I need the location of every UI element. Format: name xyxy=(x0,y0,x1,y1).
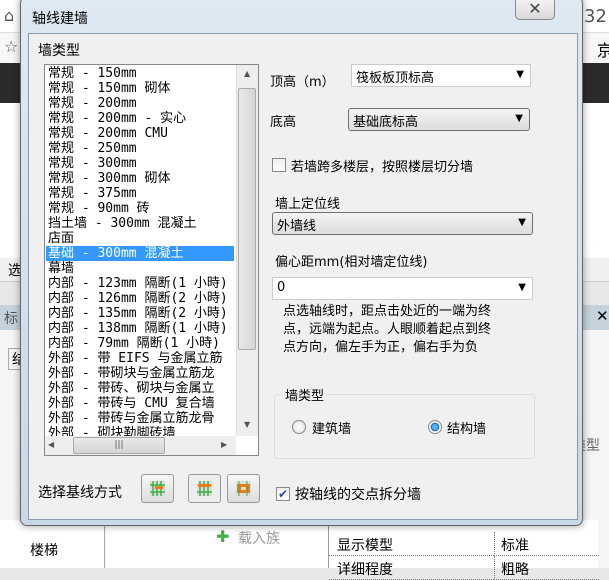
wall-type-item[interactable]: 常规 - 200mm xyxy=(48,96,236,111)
radio-structural-wall[interactable] xyxy=(428,420,442,434)
grid-baseline-icon xyxy=(197,481,212,496)
architectural-wall-label: 建筑墙 xyxy=(312,422,352,437)
close-panel-icon[interactable]: ✕ xyxy=(596,307,609,325)
wall-type-item[interactable]: 内部 - 126mm 隔断(2 小時) xyxy=(48,291,236,306)
wall-type-item[interactable]: 外部 - 带砖、砌块与金属立 xyxy=(48,381,236,396)
top-height-value: 筏板板顶标高 xyxy=(356,71,435,86)
horizontal-scroll-thumb[interactable]: ||| xyxy=(73,437,165,454)
baseline-mode-button-1[interactable] xyxy=(141,474,174,503)
wall-type-item[interactable]: 外部 - 带砖与金属立筋龙骨 xyxy=(48,411,236,426)
wall-type-item[interactable]: 内部 - 79mm 隔断(1 小時) xyxy=(48,336,236,351)
wall-type-item[interactable]: 基础 - 300mm 混凝土 xyxy=(46,246,234,261)
hint-line: 点方向，偏左手为正，偏右手为负 xyxy=(283,340,479,355)
wall-type-item[interactable]: 外部 - 带砌块与金属立筋龙 xyxy=(48,366,236,381)
hint-text: 点选轴线时，距点击处近的一端为终 点，远端为起点。人眼顺着起点到终 点方向，偏左… xyxy=(283,303,491,357)
prop-value[interactable]: 标准 xyxy=(494,532,599,556)
split-at-intersections-label: 按轴线的交点拆分墙 xyxy=(295,487,421,503)
star-icon[interactable]: ☆ xyxy=(4,37,18,56)
baseline-mode-button-2[interactable] xyxy=(188,474,221,503)
checkmark-icon: ✔ xyxy=(277,487,289,501)
chevron-down-icon: ▼ xyxy=(518,282,526,293)
properties-table: 显示模型 标准 详细程度 粗略 xyxy=(328,520,599,580)
split-at-intersections-checkbox[interactable]: ✔ xyxy=(276,487,290,501)
panel-title: 标 xyxy=(4,311,18,327)
structural-wall-label: 结构墙 xyxy=(447,422,487,437)
vertical-scroll-thumb[interactable] xyxy=(238,88,256,350)
hint-line: 点选轴线时，距点击处近的一端为终 xyxy=(283,304,492,319)
wall-type-item[interactable]: 挡土墙 - 300mm 混凝土 xyxy=(48,216,236,231)
location-line-select[interactable]: 外墙线 ▼ xyxy=(272,212,533,235)
wall-category-label: 墙类型 xyxy=(282,385,328,404)
bottom-height-value: 基础底标高 xyxy=(353,115,419,130)
wall-type-item[interactable]: 内部 - 138mm 隔断(1 小時) xyxy=(48,321,236,336)
prop-value[interactable]: 粗略 xyxy=(494,556,599,580)
offset-label: 偏心距mm(相对墙定位线) xyxy=(275,255,428,270)
close-button[interactable]: ✕ xyxy=(515,0,555,20)
wall-type-item[interactable]: 常规 - 375mm xyxy=(48,186,236,201)
chevron-down-icon: ▼ xyxy=(515,113,523,124)
dialog-title: 轴线建墙 xyxy=(32,11,88,27)
category-stairs[interactable]: 楼梯 xyxy=(30,540,58,560)
scroll-down-icon[interactable]: ▼ xyxy=(244,420,250,429)
location-line-value: 外墙线 xyxy=(277,219,317,234)
prop-name: 显示模型 xyxy=(329,532,494,556)
wall-type-label: 墙类型 xyxy=(38,43,80,59)
offset-input[interactable]: 0 ▼ xyxy=(272,277,533,300)
prop-name: 详细程度 xyxy=(329,556,494,580)
wall-type-item[interactable]: 常规 - 300mm 砌体 xyxy=(48,171,236,186)
radio-architectural-wall[interactable] xyxy=(292,420,306,434)
split-by-level-label: 若墙跨多楼层，按照楼层切分墙 xyxy=(291,160,474,175)
close-icon: ✕ xyxy=(528,0,542,18)
home-icon[interactable]: ⌂ xyxy=(4,6,14,25)
scroll-left-icon[interactable]: ◀ xyxy=(48,440,54,449)
wall-type-item[interactable]: 常规 - 150mm xyxy=(48,66,236,81)
wall-type-item[interactable]: 外部 - 带 EIFS 与金属立筋 xyxy=(48,351,236,366)
plus-icon: ✚ xyxy=(216,527,230,546)
chevron-down-icon: ▼ xyxy=(516,69,524,80)
wall-type-item[interactable]: 常规 - 150mm 砌体 xyxy=(48,81,236,96)
wall-type-item[interactable]: 常规 - 250mm xyxy=(48,141,236,156)
wall-type-item[interactable]: 店面 xyxy=(48,231,236,246)
hint-line: 点，远端为起点。人眼顺着起点到终 xyxy=(283,322,492,337)
bookmark-label: 京 xyxy=(597,41,609,60)
grid-baseline-icon xyxy=(236,481,251,496)
bottom-height-select[interactable]: 基础底标高 ▼ xyxy=(348,108,530,131)
split-by-level-checkbox[interactable] xyxy=(272,158,286,172)
chevron-down-icon: ▼ xyxy=(518,217,526,228)
top-height-label: 顶高（m） xyxy=(270,75,335,90)
scroll-up-icon[interactable]: ▲ xyxy=(244,69,250,78)
location-line-label: 墙上定位线 xyxy=(275,197,341,212)
url-suffix: 32 xyxy=(584,6,607,27)
family-panel: ✚ 载入族 xyxy=(106,520,328,568)
top-height-select[interactable]: 筏板板顶标高 ▼ xyxy=(351,64,531,87)
wall-type-item[interactable]: 外部 - 带砖与 CMU 复合墙 xyxy=(48,396,236,411)
wall-type-list[interactable]: 常规 - 150mm 常规 - 150mm 砌体 常规 - 200mm 常规 - 20… xyxy=(44,64,259,456)
offset-value: 0 xyxy=(277,280,286,295)
wall-type-item[interactable]: 内部 - 123mm 隔断(1 小時) xyxy=(48,276,236,291)
wall-type-item[interactable]: 常规 - 90mm 砖 xyxy=(48,201,236,216)
wall-type-item[interactable]: 常规 - 300mm xyxy=(48,156,236,171)
load-family-button[interactable]: 载入族 xyxy=(238,528,280,548)
baseline-mode-label: 选择基线方式 xyxy=(38,485,122,501)
grid-baseline-icon xyxy=(150,481,165,496)
baseline-mode-button-3[interactable] xyxy=(227,474,260,503)
category-list: 楼梯 xyxy=(0,520,105,568)
wall-type-item[interactable]: 常规 - 200mm - 实心 xyxy=(48,111,236,126)
wall-type-item[interactable]: 幕墙 xyxy=(48,261,236,276)
wall-type-item[interactable]: 常规 - 200mm CMU xyxy=(48,126,236,141)
bottom-height-label: 底高 xyxy=(270,115,297,130)
scroll-right-icon[interactable]: ▶ xyxy=(221,440,227,449)
wall-type-item[interactable]: 内部 - 135mm 隔断(2 小時) xyxy=(48,306,236,321)
